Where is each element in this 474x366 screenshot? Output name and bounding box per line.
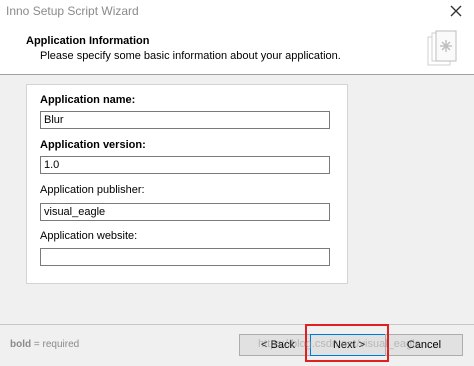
legend-text: = required [31,339,80,350]
app-website-field[interactable] [40,248,330,266]
back-button[interactable]: < Back [239,334,317,356]
app-version-label: Application version: [40,139,146,151]
footer-divider [0,324,474,325]
close-icon[interactable] [448,3,464,19]
page-title: Application Information [26,35,150,47]
cancel-button[interactable]: Cancel [385,334,463,356]
app-publisher-field[interactable]: visual_eagle [40,203,330,221]
wizard-document-icon [427,30,457,66]
next-button[interactable]: Next > [310,334,388,356]
app-name-label: Application name: [40,94,136,106]
legend-bold-word: bold [10,339,32,350]
app-publisher-label: Application publisher: [40,184,145,196]
app-website-label: Application website: [40,230,138,242]
required-legend: bold = required [10,339,79,350]
app-version-field[interactable]: 1.0 [40,156,330,174]
page-subtitle: Please specify some basic information ab… [40,50,341,62]
wizard-header: Application Information Please specify s… [0,26,474,75]
title-bar: Inno Setup Script Wizard [0,0,474,26]
window-title: Inno Setup Script Wizard [6,4,139,18]
app-name-field[interactable]: Blur [40,111,330,129]
